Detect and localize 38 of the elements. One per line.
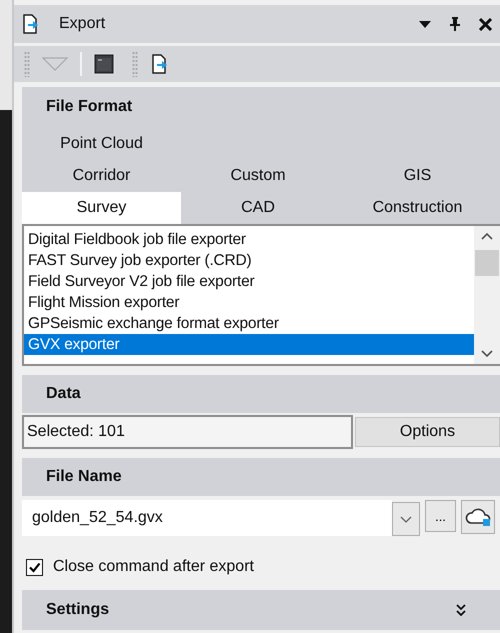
- list-item[interactable]: GPSeismic exchange format exporter: [24, 313, 474, 334]
- export-icon: [21, 14, 39, 34]
- list-item[interactable]: Field Surveyor V2 job file exporter: [24, 271, 474, 292]
- options-button[interactable]: Options: [355, 417, 500, 447]
- grip-handle[interactable]: [132, 51, 138, 77]
- format-tab[interactable]: CAD: [181, 192, 335, 224]
- section-heading: Data: [22, 375, 500, 413]
- format-tab[interactable]: Construction: [335, 192, 500, 224]
- double-chevron-down-icon[interactable]: [456, 604, 466, 616]
- settings-header[interactable]: Settings: [22, 590, 500, 630]
- browse-button[interactable]: ...: [425, 500, 456, 532]
- format-tab[interactable]: Survey: [22, 192, 181, 224]
- chevron-down-icon: [400, 516, 412, 522]
- format-tab[interactable]: Point Cloud: [22, 127, 181, 160]
- export-icon[interactable]: [150, 54, 168, 74]
- pin-icon[interactable]: [449, 17, 461, 31]
- window-title: Export: [59, 15, 106, 33]
- checkbox-label: Close command after export: [53, 558, 254, 576]
- list-item[interactable]: GVX exporter: [24, 334, 474, 355]
- list-item[interactable]: Flight Mission exporter: [24, 292, 474, 313]
- section-heading: Settings: [46, 601, 110, 619]
- scroll-thumb[interactable]: [475, 250, 499, 276]
- grip-handle[interactable]: [24, 51, 30, 77]
- close-icon[interactable]: [479, 18, 492, 30]
- selection-field: Selected: 101: [22, 415, 353, 449]
- cloud-button[interactable]: [461, 500, 495, 534]
- section-heading: File Name: [22, 458, 500, 496]
- list-item[interactable]: FAST Survey job exporter (.CRD): [24, 250, 474, 271]
- list-item[interactable]: Digital Fieldbook job file exporter: [24, 229, 474, 250]
- format-tab[interactable]: Corridor: [22, 160, 181, 192]
- format-tab[interactable]: GIS: [335, 160, 500, 192]
- cloud-icon: [465, 507, 491, 527]
- dropdown-icon[interactable]: [419, 20, 431, 28]
- checkbox[interactable]: [26, 558, 43, 576]
- terminal-icon[interactable]: [94, 54, 114, 74]
- format-tab[interactable]: Custom: [181, 160, 335, 192]
- file-name-field[interactable]: golden_52_54.gvx: [22, 500, 392, 536]
- scrollbar[interactable]: [474, 226, 500, 364]
